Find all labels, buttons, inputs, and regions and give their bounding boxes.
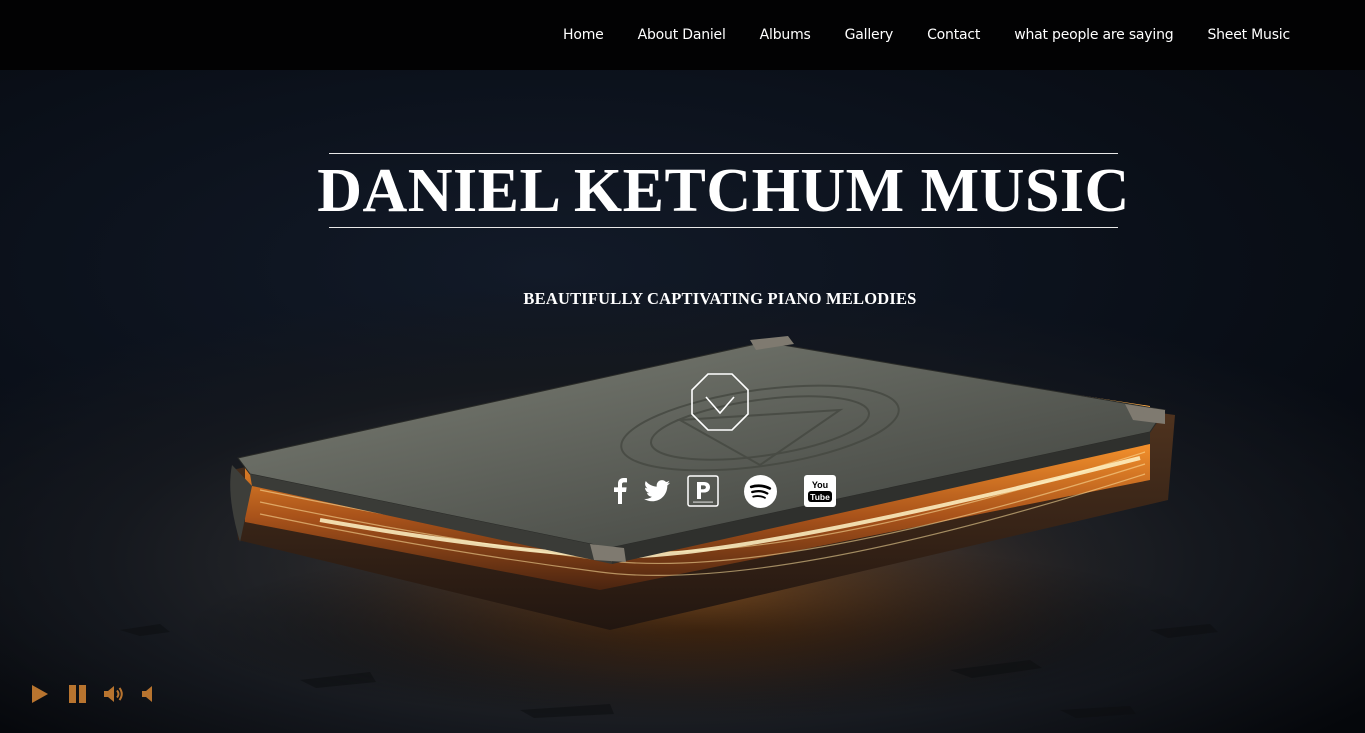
youtube-logo-text-top: You bbox=[812, 480, 828, 490]
nav-item-about-daniel[interactable]: About Daniel bbox=[638, 27, 726, 43]
nav-item-gallery[interactable]: Gallery bbox=[845, 27, 894, 43]
hero-section: DANIEL KETCHUM MUSIC BEAUTIFULLY CAPTIVA… bbox=[0, 70, 1365, 733]
facebook-icon[interactable] bbox=[610, 473, 630, 509]
nav-item-testimonials[interactable]: what people are saying bbox=[1014, 27, 1173, 43]
nav-item-contact[interactable]: Contact bbox=[927, 27, 980, 43]
hero-subtitle: BEAUTIFULLY CAPTIVATING PIANO MELODIES bbox=[523, 289, 917, 308]
pandora-icon[interactable] bbox=[685, 473, 721, 509]
page: Home About Daniel Albums Gallery Contact… bbox=[0, 0, 1365, 733]
twitter-icon[interactable] bbox=[643, 473, 671, 509]
octagon-chevron-down-icon[interactable] bbox=[690, 372, 750, 432]
social-links: You Tube bbox=[600, 473, 850, 513]
hero-title-frame: DANIEL KETCHUM MUSIC bbox=[317, 153, 1129, 228]
main-nav: Home About Daniel Albums Gallery Contact… bbox=[529, 0, 1290, 70]
youtube-logo-text-bottom: Tube bbox=[810, 492, 830, 502]
hero-title: DANIEL KETCHUM MUSIC bbox=[317, 156, 1130, 225]
nav-item-home[interactable]: Home bbox=[563, 27, 604, 43]
nav-item-sheet-music[interactable]: Sheet Music bbox=[1207, 27, 1290, 43]
spotify-icon[interactable] bbox=[742, 473, 778, 509]
volume-down-icon[interactable] bbox=[138, 682, 162, 706]
pause-icon[interactable] bbox=[66, 682, 90, 706]
youtube-icon[interactable]: You Tube bbox=[803, 473, 837, 509]
volume-up-icon[interactable] bbox=[102, 682, 126, 706]
nav-item-albums[interactable]: Albums bbox=[760, 27, 811, 43]
top-navbar: Home About Daniel Albums Gallery Contact… bbox=[0, 0, 1365, 70]
play-icon[interactable] bbox=[28, 682, 52, 706]
